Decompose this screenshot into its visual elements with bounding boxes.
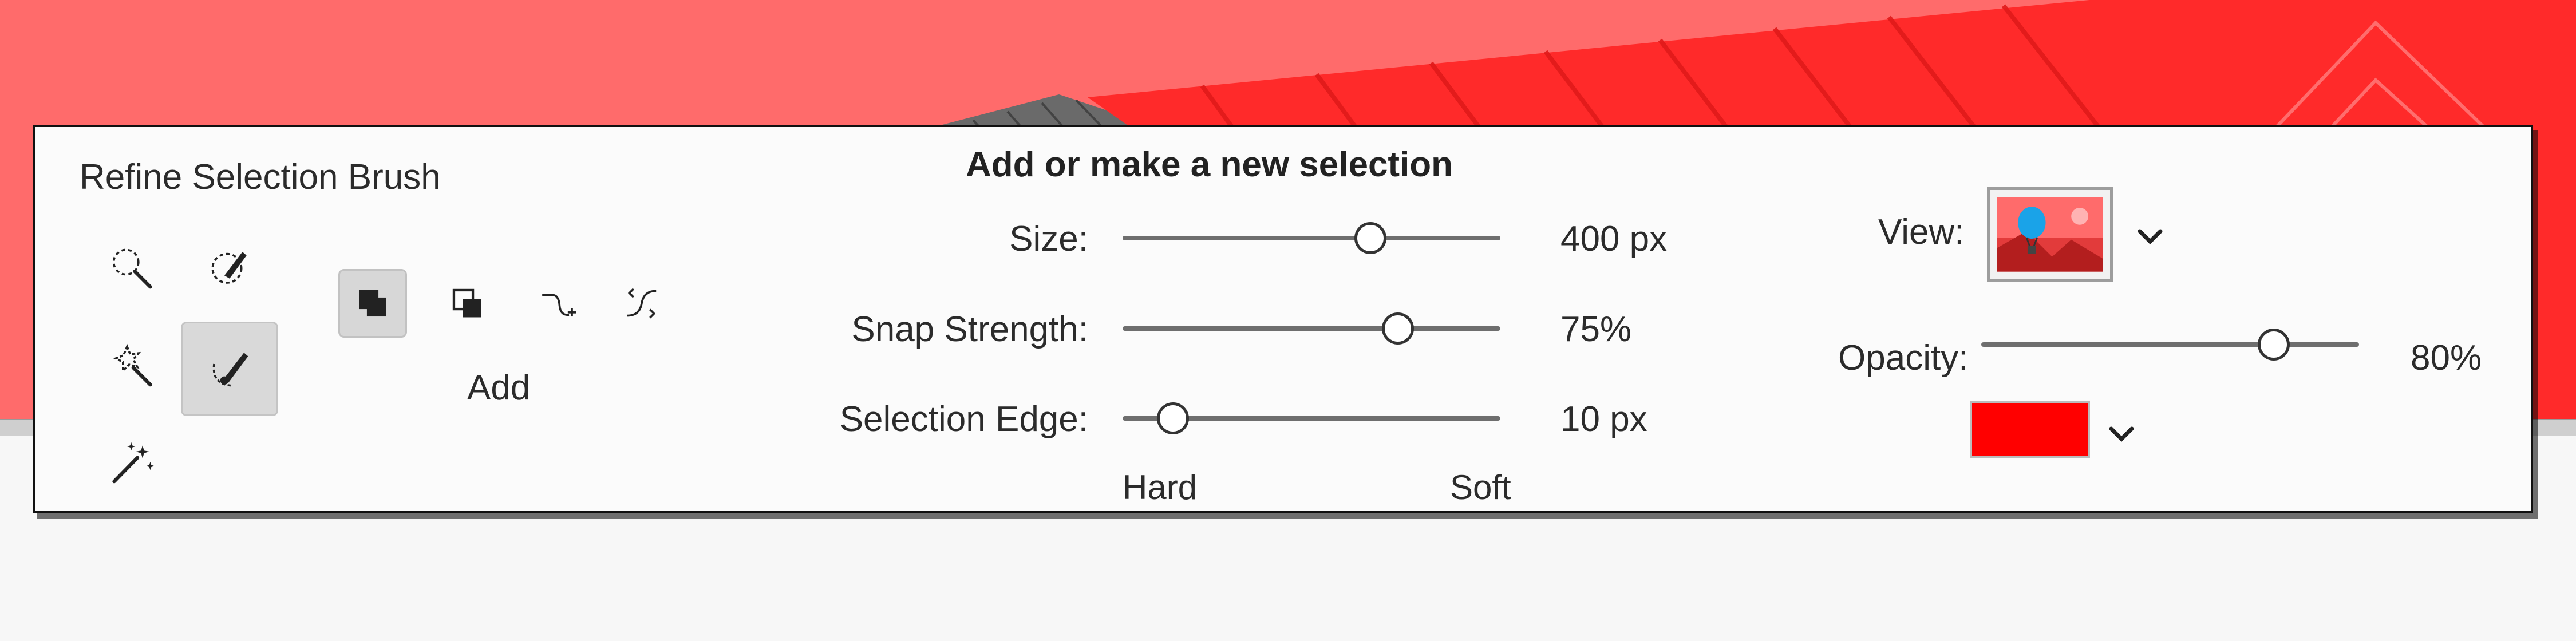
opacity-slider-thumb[interactable] <box>2258 329 2290 361</box>
smooth-mode-icon <box>627 288 657 319</box>
refine-selection-panel: Refine Selection Brush Add Add or make a… <box>33 125 2533 513</box>
snap-strength-slider-thumb[interactable] <box>1382 312 1414 345</box>
selection-edge-label: Selection Edge: <box>839 399 1088 439</box>
selection-edge-value: 10 px <box>1560 399 1647 439</box>
view-label: View: <box>1878 212 1965 252</box>
opacity-label: Opacity: <box>1838 338 1969 378</box>
push-mode-button[interactable] <box>524 269 593 338</box>
new-selection-mode-button[interactable] <box>433 269 501 338</box>
view-mode-selector[interactable] <box>1987 187 2113 282</box>
size-slider[interactable] <box>1123 220 1500 254</box>
size-value: 400 px <box>1560 219 1668 259</box>
refine-selection-brush-tool[interactable] <box>181 322 278 416</box>
refine-selection-brush-icon <box>212 352 248 387</box>
add-mode-button[interactable] <box>338 269 407 338</box>
smooth-mode-button[interactable] <box>607 269 676 338</box>
new-selection-mode-icon <box>452 288 481 318</box>
mode-heading: Add or make a new selection <box>966 145 1453 184</box>
opacity-slider-track[interactable] <box>1981 342 2359 347</box>
size-slider-track[interactable] <box>1123 236 1500 240</box>
auto-selection-tool[interactable] <box>101 430 164 493</box>
snap-strength-label: Snap Strength: <box>851 310 1088 349</box>
lasso-brush-tool[interactable] <box>101 236 164 299</box>
magic-wand-icon <box>113 343 152 387</box>
lasso-brush-icon <box>112 248 152 289</box>
overlay-color-swatch[interactable] <box>1970 401 2090 458</box>
edge-soft-label: Soft <box>1450 468 1511 507</box>
selection-brush-tool[interactable] <box>198 236 261 299</box>
panel-title: Refine Selection Brush <box>80 157 441 197</box>
snap-strength-value: 75% <box>1560 310 1632 349</box>
snap-strength-slider-track[interactable] <box>1123 326 1500 331</box>
selection-edge-slider-thumb[interactable] <box>1157 402 1190 434</box>
color-dropdown-chevron-icon[interactable] <box>2104 416 2139 450</box>
edge-hard-label: Hard <box>1123 468 1198 507</box>
overlay-view-icon <box>1997 197 2103 272</box>
push-mode-icon <box>542 294 576 317</box>
magic-wand-tool[interactable] <box>101 333 164 396</box>
auto-selection-icon <box>112 442 155 484</box>
opacity-slider[interactable] <box>1981 326 2359 361</box>
size-slider-thumb[interactable] <box>1354 222 1386 254</box>
selection-edge-slider[interactable] <box>1123 400 1500 434</box>
view-dropdown-chevron-icon[interactable] <box>2133 219 2167 253</box>
snap-strength-slider[interactable] <box>1123 310 1500 345</box>
selection-brush-icon <box>211 252 247 284</box>
mode-label: Add <box>467 368 531 407</box>
opacity-value: 80% <box>2411 338 2482 378</box>
add-mode-icon <box>359 290 386 317</box>
size-label: Size: <box>1009 219 1088 259</box>
